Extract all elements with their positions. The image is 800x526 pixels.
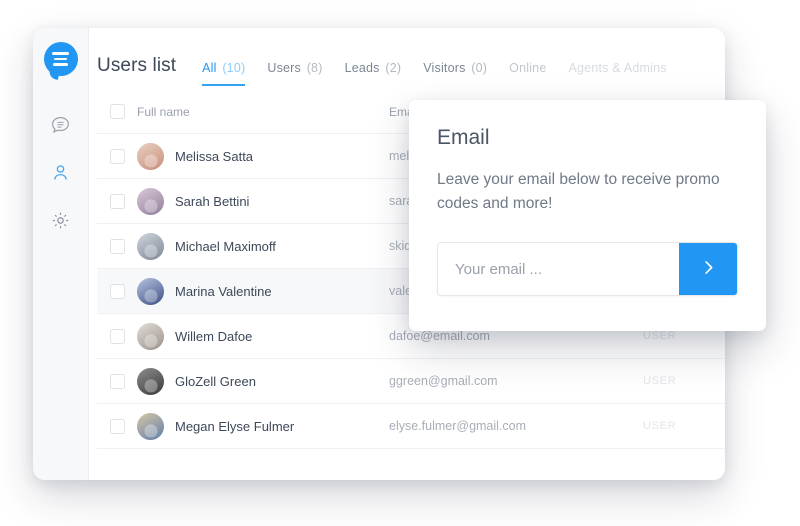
tab-all[interactable]: All (10) bbox=[202, 61, 246, 86]
page-title: Users list bbox=[97, 55, 177, 76]
email-input[interactable] bbox=[438, 243, 679, 296]
tab-label: Visitors bbox=[423, 61, 466, 75]
user-full-name: GloZell Green bbox=[175, 373, 256, 389]
row-cell-name: Willem Dafoe bbox=[137, 322, 389, 350]
sidebar-item-chats[interactable] bbox=[41, 104, 81, 144]
user-full-name: Marina Valentine bbox=[175, 283, 272, 299]
user-email: dafoe@email.com bbox=[389, 329, 490, 343]
avatar bbox=[137, 277, 164, 305]
row-checkbox[interactable] bbox=[109, 373, 125, 389]
user-icon bbox=[50, 162, 71, 183]
tab-agents-admins[interactable]: Agents & Admins bbox=[569, 61, 667, 86]
row-select-cell bbox=[97, 238, 137, 254]
tab-bar: All (10) Users (8) Leads (2) Visitors (0) On… bbox=[202, 61, 667, 90]
user-role-badge: USER bbox=[643, 420, 677, 432]
user-full-name: Megan Elyse Fulmer bbox=[175, 418, 295, 434]
page-toolbar: Users list All (10) Users (8) Leads (2) Vis… bbox=[89, 28, 725, 90]
tab-label: Leads bbox=[344, 61, 380, 75]
row-select-cell bbox=[97, 148, 137, 164]
column-header-full-name: Full name bbox=[137, 104, 190, 119]
chat-bubble-logo-icon[interactable] bbox=[43, 42, 78, 76]
tab-count: (8) bbox=[306, 61, 323, 75]
logo-line bbox=[52, 52, 69, 55]
gear-icon bbox=[50, 210, 71, 231]
tab-count: (2) bbox=[385, 61, 402, 75]
user-email: ggreen@gmail.com bbox=[389, 374, 498, 388]
tab-online[interactable]: Online bbox=[509, 61, 546, 86]
row-checkbox[interactable] bbox=[109, 328, 125, 344]
row-select-cell bbox=[97, 283, 137, 299]
row-cell-name: Michael Maximoff bbox=[137, 232, 389, 260]
tab-label: Agents & Admins bbox=[568, 61, 667, 75]
user-full-name: Sarah Bettini bbox=[175, 193, 250, 209]
row-cell-name: GloZell Green bbox=[137, 367, 389, 395]
sidebar bbox=[33, 28, 89, 480]
tab-label: Online bbox=[509, 61, 547, 75]
user-role-badge: USER bbox=[643, 375, 677, 387]
user-full-name: Willem Dafoe bbox=[175, 328, 253, 344]
row-checkbox[interactable] bbox=[109, 148, 125, 164]
tab-visitors[interactable]: Visitors (0) bbox=[423, 61, 487, 86]
row-cell-name: Sarah Bettini bbox=[137, 187, 389, 215]
tab-users[interactable]: Users (8) bbox=[267, 61, 322, 86]
row-select-cell bbox=[97, 328, 137, 344]
user-role-badge: USER bbox=[643, 330, 677, 342]
avatar bbox=[137, 322, 164, 350]
logo-line bbox=[53, 63, 68, 66]
row-cell-name: Melissa Satta bbox=[137, 142, 389, 170]
chevron-right-icon bbox=[699, 258, 718, 280]
chat-bubble-outline-icon bbox=[50, 114, 71, 135]
tab-count: (0) bbox=[471, 61, 488, 75]
row-checkbox[interactable] bbox=[109, 418, 125, 434]
avatar bbox=[137, 412, 164, 440]
tab-leads[interactable]: Leads (2) bbox=[345, 61, 402, 86]
table-row[interactable]: GloZell Green ggreen@gmail.com USER bbox=[97, 359, 725, 404]
select-all-cell bbox=[97, 104, 137, 119]
popup-title: Email bbox=[437, 126, 490, 149]
row-cell-name: Megan Elyse Fulmer bbox=[137, 412, 389, 440]
user-full-name: Michael Maximoff bbox=[175, 238, 276, 254]
avatar bbox=[137, 187, 164, 215]
tab-label: Users bbox=[267, 61, 301, 75]
popup-description: Leave your email below to receive promo … bbox=[437, 171, 720, 213]
header-cell-name: Full name bbox=[137, 105, 389, 119]
tab-label: All bbox=[202, 61, 217, 75]
tab-count: (10) bbox=[222, 61, 246, 75]
row-select-cell bbox=[97, 418, 137, 434]
row-cell-name: Marina Valentine bbox=[137, 277, 389, 305]
table-row[interactable]: Megan Elyse Fulmer elyse.fulmer@gmail.com… bbox=[97, 404, 725, 449]
email-capture-popup: Email Leave your email below to receive … bbox=[409, 100, 766, 331]
avatar bbox=[137, 142, 164, 170]
submit-email-button[interactable] bbox=[679, 243, 737, 296]
email-subscribe-form bbox=[437, 242, 738, 297]
row-checkbox[interactable] bbox=[109, 193, 125, 209]
select-all-checkbox[interactable] bbox=[109, 104, 125, 119]
sidebar-item-settings[interactable] bbox=[41, 200, 81, 240]
user-full-name: Melissa Satta bbox=[175, 148, 254, 164]
row-select-cell bbox=[97, 193, 137, 209]
avatar bbox=[137, 367, 164, 395]
row-select-cell bbox=[97, 373, 137, 389]
sidebar-item-users[interactable] bbox=[41, 152, 81, 192]
screenshot-stage: Users list All (10) Users (8) Leads (2) Vis… bbox=[0, 0, 800, 526]
user-email: elyse.fulmer@gmail.com bbox=[389, 419, 527, 433]
row-checkbox[interactable] bbox=[109, 283, 125, 299]
row-checkbox[interactable] bbox=[109, 238, 125, 254]
avatar bbox=[137, 232, 164, 260]
logo-line bbox=[54, 57, 67, 61]
